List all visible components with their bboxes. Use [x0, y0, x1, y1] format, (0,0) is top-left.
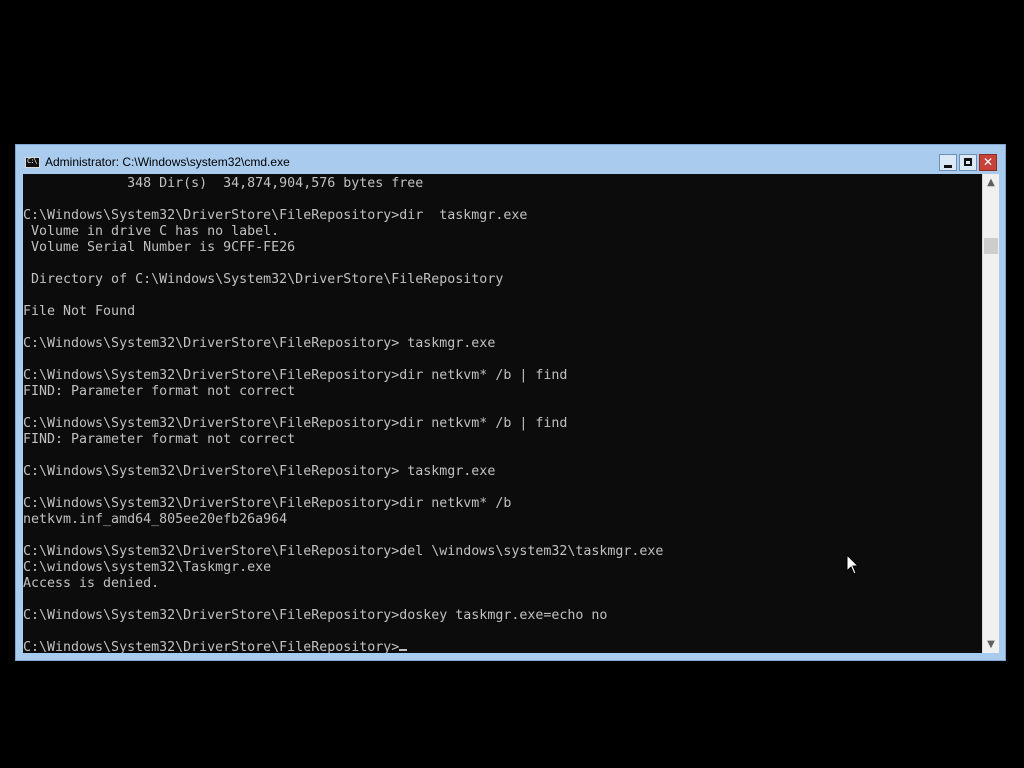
console-history: 348 Dir(s) 34,874,904,576 bytes free C:\… [23, 176, 663, 623]
console-line: C:\Windows\System32\DriverStore\FileRepo… [23, 208, 528, 223]
console-line: Directory of C:\Windows\System32\DriverS… [23, 272, 504, 287]
vertical-scrollbar[interactable]: ▲ ▼ [982, 174, 999, 653]
console-prompt: C:\Windows\System32\DriverStore\FileRepo… [23, 640, 400, 653]
minimize-icon [944, 165, 952, 168]
desktop: C:\ Administrator: C:\Windows\system32\c… [0, 0, 1024, 768]
scroll-up-arrow-icon[interactable]: ▲ [983, 174, 999, 191]
scroll-thumb[interactable] [984, 238, 998, 254]
cmd-window[interactable]: C:\ Administrator: C:\Windows\system32\c… [15, 144, 1006, 661]
mouse-pointer-icon [846, 554, 860, 575]
console-line: 348 Dir(s) 34,874,904,576 bytes free [23, 176, 424, 191]
console-line: Access is denied. [23, 576, 160, 591]
console-line: C:\Windows\System32\DriverStore\FileRepo… [23, 368, 568, 383]
text-cursor [399, 649, 408, 651]
console-app-icon-glyph: C:\ [27, 157, 38, 165]
console-line: C:\Windows\System32\DriverStore\FileRepo… [23, 544, 664, 559]
console-line: netkvm.inf_amd64_805ee20efb26a964 [23, 512, 288, 527]
maximize-button[interactable] [959, 154, 977, 171]
scroll-down-arrow-icon[interactable]: ▼ [983, 636, 999, 653]
console-line: FIND: Parameter format not correct [23, 432, 296, 447]
console-line: C:\Windows\System32\DriverStore\FileRepo… [23, 496, 512, 511]
console-app-icon[interactable]: C:\ [25, 157, 40, 168]
console-line: C:\Windows\System32\DriverStore\FileRepo… [23, 416, 568, 431]
console-line: C:\Windows\System32\DriverStore\FileRepo… [23, 464, 496, 479]
minimize-button[interactable] [939, 154, 957, 171]
window-title: Administrator: C:\Windows\system32\cmd.e… [45, 155, 290, 169]
console-line: C:\windows\system32\Taskmgr.exe [23, 560, 272, 575]
console-line: FIND: Parameter format not correct [23, 384, 296, 399]
console-output-area[interactable]: 348 Dir(s) 34,874,904,576 bytes free C:\… [23, 174, 982, 653]
maximize-icon [964, 158, 972, 166]
title-bar[interactable]: C:\ Administrator: C:\Windows\system32\c… [16, 145, 1005, 173]
console-line: C:\Windows\System32\DriverStore\FileRepo… [23, 608, 608, 623]
console-line: C:\Windows\System32\DriverStore\FileRepo… [23, 336, 496, 351]
console-line: Volume Serial Number is 9CFF-FE26 [23, 240, 296, 255]
close-icon: ✕ [982, 155, 994, 169]
console-line: Volume in drive C has no label. [23, 224, 280, 239]
console-text: 348 Dir(s) 34,874,904,576 bytes free C:\… [23, 176, 663, 653]
close-button[interactable]: ✕ [979, 154, 997, 171]
console-line: File Not Found [23, 304, 136, 319]
